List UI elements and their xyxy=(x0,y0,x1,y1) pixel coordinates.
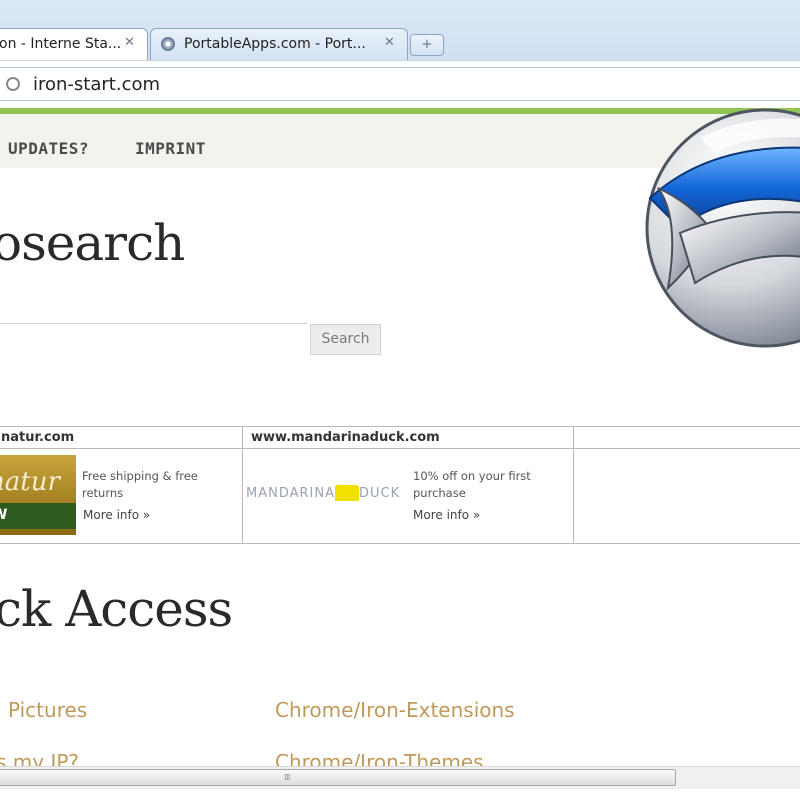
browser-chrome: on - Interne Sta... ✕ PortableApps.com -… xyxy=(0,0,800,109)
close-icon[interactable]: ✕ xyxy=(384,35,395,50)
page-icon xyxy=(6,77,20,91)
new-tab-icon[interactable]: + xyxy=(410,34,444,56)
quick-link-extensions[interactable]: Chrome/Iron-Extensions xyxy=(275,698,515,722)
md-logo-highlight: ██ xyxy=(335,486,359,501)
search-button[interactable]: Search xyxy=(310,324,381,355)
ad-divider xyxy=(242,427,243,543)
tab-portableapps[interactable]: PortableApps.com - Port... ✕ xyxy=(150,28,408,60)
tab-strip: on - Interne Sta... ✕ PortableApps.com -… xyxy=(0,0,800,60)
ad-more-link[interactable]: More info » xyxy=(413,508,480,522)
md-logo-left: MANDARINA xyxy=(246,486,335,501)
ads-table: natur.com www.mandarinaduck.com Free shi… xyxy=(0,426,800,544)
search-heading: osearch xyxy=(0,214,185,272)
scrollbar-grip-icon: ⁞⁞⁞ xyxy=(284,773,291,783)
md-logo-right: DUCK xyxy=(359,486,401,501)
toolbar: iron-start.com xyxy=(0,60,800,109)
natur-logo-bar: W xyxy=(0,503,76,529)
globe-icon xyxy=(161,37,175,51)
mandarinaduck-ad-logo[interactable]: MANDARINA██DUCK xyxy=(246,486,400,501)
ad-divider xyxy=(573,427,574,543)
natur-logo-bar-text: W xyxy=(0,507,7,523)
nav-link-imprint[interactable]: IMPRINT xyxy=(135,139,206,158)
natur-logo-text: natur xyxy=(0,467,60,497)
ad-site-empty xyxy=(573,427,800,449)
scrollbar-thumb[interactable]: ⁞⁞⁞ xyxy=(0,769,676,786)
close-icon[interactable]: ✕ xyxy=(124,35,135,50)
quick-access-heading: ck Access xyxy=(0,580,233,638)
tab-title: on - Interne Sta... xyxy=(0,36,122,52)
address-text[interactable]: iron-start.com xyxy=(33,74,160,95)
ad-text: Free shipping & free returns xyxy=(82,469,198,500)
horizontal-scrollbar[interactable]: ⁞⁞⁞ xyxy=(0,766,800,789)
search-input[interactable] xyxy=(0,323,308,353)
natur-ad-logo[interactable]: natur W xyxy=(0,455,76,535)
tab-iron-start[interactable]: on - Interne Sta... ✕ xyxy=(0,28,148,60)
tab-title: PortableApps.com - Port... xyxy=(184,36,366,52)
ad-site-natur[interactable]: natur.com xyxy=(0,427,243,449)
ad-site-mandarinaduck[interactable]: www.mandarinaduck.com xyxy=(243,427,573,449)
ad-text: 10% off on your first purchase xyxy=(413,469,531,500)
iron-logo-icon xyxy=(645,108,800,348)
address-bar[interactable]: iron-start.com xyxy=(0,67,800,101)
quick-link-pictures[interactable]: Pictures xyxy=(8,698,87,722)
ad-more-link[interactable]: More info » xyxy=(83,508,150,522)
nav-link-updates[interactable]: UPDATES? xyxy=(8,139,89,158)
